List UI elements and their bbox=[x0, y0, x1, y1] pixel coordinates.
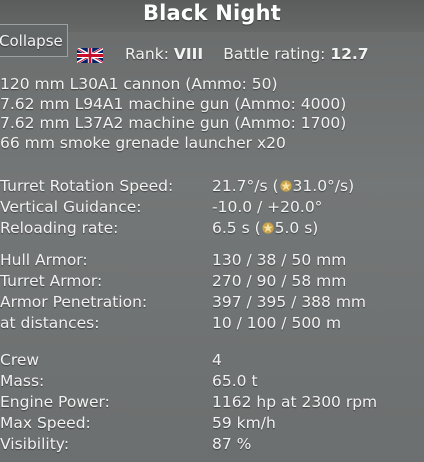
star-icon bbox=[279, 180, 292, 192]
engine-power-value: 1162 hp at 2300 rpm bbox=[212, 393, 378, 411]
turret-rotation-value: 21.7°/s ( 31.0°/s) bbox=[212, 176, 354, 197]
weapons-list: 120 mm L30A1 cannon (Ammo: 50) 7.62 mm L… bbox=[0, 75, 346, 153]
armor-penetration-value: 397 / 395 / 388 mm bbox=[212, 293, 367, 311]
reloading-label: Reloading rate: bbox=[0, 219, 119, 237]
reloading-upgraded: 5.0 s) bbox=[274, 219, 319, 237]
armor-penetration-label: Armor Penetration: bbox=[0, 293, 148, 311]
mass-value: 65.0 t bbox=[212, 372, 258, 390]
weapon-item: 66 mm smoke grenade launcher x20 bbox=[0, 133, 286, 152]
vertical-guidance-value: -10.0 / +20.0° bbox=[212, 198, 323, 216]
turret-armor-value: 270 / 90 / 58 mm bbox=[212, 272, 347, 290]
weapon-item: 7.62 mm L37A2 machine gun (Ammo: 1700) bbox=[0, 114, 347, 132]
vertical-guidance-label: Vertical Guidance: bbox=[0, 198, 142, 216]
hull-armor-label: Hull Armor: bbox=[0, 251, 88, 269]
turret-rotation-label: Turret Rotation Speed: bbox=[0, 177, 174, 195]
distances-value: 10 / 100 / 500 m bbox=[212, 314, 342, 332]
vehicle-info-panel: Black Night Collapse Rank: VIII Battle ra… bbox=[0, 0, 424, 462]
uk-flag-icon bbox=[77, 48, 103, 63]
mass-label: Mass: bbox=[0, 372, 45, 390]
star-icon bbox=[262, 222, 274, 234]
max-speed-value: 59 km/h bbox=[212, 414, 276, 432]
weapon-item: 120 mm L30A1 cannon (Ammo: 50) bbox=[0, 75, 278, 93]
turret-armor-label: Turret Armor: bbox=[0, 272, 103, 290]
engine-power-label: Engine Power: bbox=[0, 393, 110, 411]
collapse-button[interactable]: Collapse bbox=[0, 24, 68, 57]
crew-value: 4 bbox=[212, 351, 222, 369]
max-speed-label: Max Speed: bbox=[0, 414, 91, 432]
rank-value: VIII bbox=[173, 45, 204, 63]
collapse-button-label: Collapse bbox=[0, 32, 63, 50]
rank-line: Rank: VIII Battle rating: 12.7 bbox=[125, 45, 369, 63]
distances-label: at distances: bbox=[0, 314, 100, 332]
turret-rotation-base: 21.7°/s ( bbox=[212, 177, 279, 195]
hull-armor-value: 130 / 38 / 50 mm bbox=[212, 251, 347, 269]
reloading-value: 6.5 s ( 5.0 s) bbox=[212, 218, 318, 239]
rank-label: Rank: bbox=[125, 45, 169, 63]
battle-rating-value: 12.7 bbox=[330, 45, 369, 63]
crew-label: Crew bbox=[0, 351, 40, 369]
vehicle-title: Black Night bbox=[142, 1, 282, 25]
weapon-item: 7.62 mm L94A1 machine gun (Ammo: 4000) bbox=[0, 94, 347, 113]
visibility-value: 87 % bbox=[212, 435, 252, 453]
battle-rating-label: Battle rating: bbox=[223, 45, 326, 63]
turret-rotation-upgraded: 31.0°/s) bbox=[292, 177, 355, 195]
reloading-base: 6.5 s ( bbox=[212, 219, 261, 237]
visibility-label: Visibility: bbox=[0, 435, 70, 453]
